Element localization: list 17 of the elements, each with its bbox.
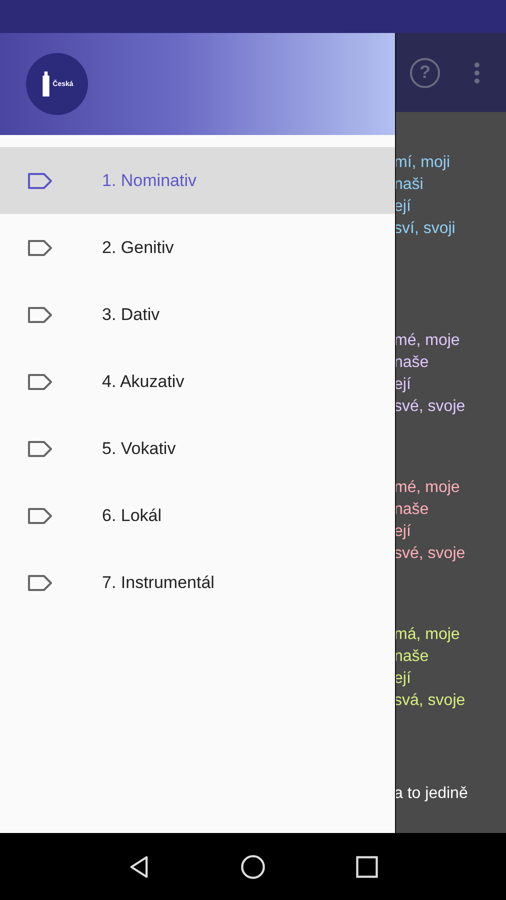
more-icon[interactable] [474,62,480,84]
label-icon [27,506,53,524]
home-icon[interactable] [240,854,266,880]
label-icon [27,372,53,390]
drawer-item[interactable]: 3. Dativ [0,281,395,348]
label-icon [27,238,53,256]
label-icon [27,574,53,592]
drawer-item[interactable]: 2. Genitiv [0,214,395,281]
label-icon [27,440,53,458]
drawer-item[interactable]: 4. Akuzativ [0,348,395,415]
drawer-item[interactable]: 5. Vokativ [0,415,395,482]
label-icon [27,172,53,190]
drawer-item[interactable]: 6. Lokál [0,482,395,549]
recents-icon[interactable] [354,854,380,880]
label-icon [27,306,53,324]
drawer-item[interactable]: 7. Instrumentál [0,549,395,616]
drawer-item[interactable]: 1. Nominativ [0,147,395,214]
